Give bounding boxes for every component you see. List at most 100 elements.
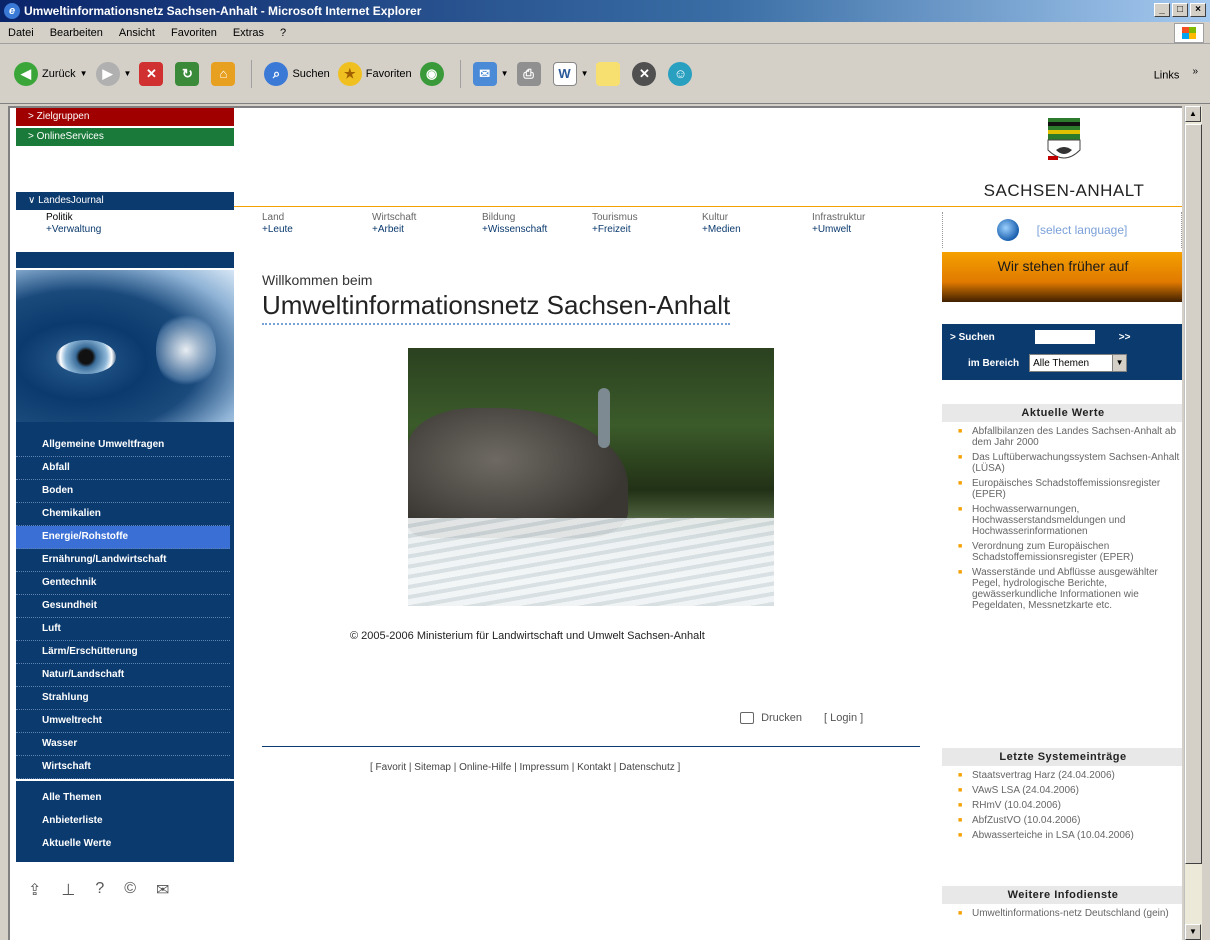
links-toolbar[interactable]: Links » [1154,66,1198,82]
state-logo[interactable]: SACHSEN-ANHALT [944,108,1182,208]
cat-top: Infrastruktur [812,212,866,223]
chevron-down-icon[interactable]: ▼ [80,69,88,78]
nav-strahlung[interactable]: Strahlung [16,687,230,710]
cat-tourismus[interactable]: Tourismus +Freizeit [592,212,702,236]
chevron-down-icon[interactable]: ▼ [501,69,509,78]
search-input[interactable] [1034,330,1095,344]
favorites-button[interactable]: ★ Favoriten [337,61,412,86]
nav-luft[interactable]: Luft [16,618,230,641]
mail-icon: ✉ [472,61,497,86]
cat-bildung[interactable]: Bildung +Wissenschaft [482,212,592,236]
help-icon[interactable]: ? [95,880,104,900]
list-item[interactable]: Abwasserteiche in LSA (10.04.2006) [952,830,1180,841]
chevron-down-icon[interactable]: ▼ [581,69,589,78]
area-select[interactable]: Alle Themen ▼ [1029,354,1128,372]
coat-of-arms-icon [1047,118,1081,160]
print-link[interactable]: Drucken [740,712,803,725]
promo-banner[interactable]: Wir stehen früher auf [942,252,1182,302]
nav-gentechnik[interactable]: Gentechnik [16,572,230,595]
login-link[interactable]: [ Login ] [824,712,863,724]
nav-ernaehrung-landwirtschaft[interactable]: Ernährung/Landwirtschaft [16,549,230,572]
cat-sub: +Arbeit [372,224,404,235]
scroll-thumb[interactable] [1185,124,1202,864]
close-button[interactable]: × [1190,3,1206,17]
list-item[interactable]: VAwS LSA (24.04.2006) [952,785,1180,796]
scroll-down-button[interactable]: ▼ [1185,924,1201,940]
nav-alle-themen[interactable]: Alle Themen [16,787,234,810]
share-icon[interactable]: ⇪ [28,880,41,900]
politik-link[interactable]: Politik [46,212,234,224]
landesjournal-link[interactable]: ∨ LandesJournal [16,192,234,210]
nav-aktuelle-werte[interactable]: Aktuelle Werte [16,833,234,856]
menu-favoriten[interactable]: Favoriten [163,27,225,39]
menu-ansicht[interactable]: Ansicht [111,27,163,39]
cat-kultur[interactable]: Kultur +Medien [702,212,812,236]
menu-bearbeiten[interactable]: Bearbeiten [42,27,111,39]
messenger-button[interactable]: ☺ [668,61,696,86]
list-item[interactable]: Europäisches Schadstoffemissionsregister… [952,478,1180,500]
list-item[interactable]: Verordnung zum Europäischen Schadstoffem… [952,541,1180,563]
nav-wasser[interactable]: Wasser [16,733,230,756]
divider-bar [16,252,234,268]
menu-help[interactable]: ? [272,27,294,39]
nav-energie-rohstoffe[interactable]: Energie/Rohstoffe [16,526,230,549]
nav-wirtschaft[interactable]: Wirtschaft [16,756,230,779]
list-item[interactable]: Abfallbilanzen des Landes Sachsen-Anhalt… [952,426,1180,448]
nav-boden[interactable]: Boden [16,480,230,503]
nav-umweltrecht[interactable]: Umweltrecht [16,710,230,733]
media-button[interactable]: ◉ [419,61,448,86]
print-label: Drucken [761,712,803,724]
nav-abfall[interactable]: Abfall [16,457,230,480]
copyright-icon[interactable]: © [124,880,136,900]
stop-button[interactable]: ✕ [139,61,167,86]
language-selector[interactable]: [select language] [942,212,1182,248]
footer-links[interactable]: [ Favorit | Sitemap | Online-Hilfe | Imp… [370,762,680,773]
search-button[interactable]: ⌕ Suchen [264,61,330,86]
list-item[interactable]: Umweltinformations-netz Deutschland (gei… [952,908,1180,919]
nav-gesundheit[interactable]: Gesundheit [16,595,230,618]
zielgruppen-link[interactable]: > Zielgruppen [16,108,234,126]
globe-icon [996,219,1019,241]
messenger-block-button[interactable]: ✕ [632,61,660,86]
cat-infrastruktur[interactable]: Infrastruktur +Umwelt [812,212,922,236]
list-item[interactable]: Staatsvertrag Harz (24.04.2006) [952,770,1180,781]
windows-logo-icon [1174,23,1204,43]
refresh-button[interactable]: ↻ [175,61,203,86]
nav-allgemeine-umweltfragen[interactable]: Allgemeine Umweltfragen [16,434,230,457]
edit-button[interactable]: W ▼ [552,61,589,86]
cat-land[interactable]: Land +Leute [262,212,372,236]
vertical-scrollbar[interactable]: ▲ ▼ [1184,106,1202,940]
cat-top: Land [262,212,285,223]
list-item[interactable]: Wasserstände und Abflüsse ausgewählter P… [952,567,1180,611]
list-item[interactable]: RHmV (10.04.2006) [952,800,1180,811]
nav-natur-landschaft[interactable]: Natur/Landschaft [16,664,230,687]
home-button[interactable]: ⌂ [211,61,239,86]
banner-text: Wir stehen früher auf [997,258,1129,274]
chevron-right-icon[interactable]: » [1192,66,1198,77]
list-item[interactable]: Hochwasserwarnungen, Hochwasserstandsmel… [952,504,1180,537]
list-item[interactable]: AbfZustVO (10.04.2006) [952,815,1180,826]
nav-chemikalien[interactable]: Chemikalien [16,503,230,526]
scroll-up-button[interactable]: ▲ [1185,106,1201,122]
back-button[interactable]: ◀ Zurück ▼ [14,61,88,86]
window-titlebar[interactable]: e Umweltinformationsnetz Sachsen-Anhalt … [0,0,1210,22]
mail-icon[interactable]: ✉ [156,880,169,900]
menu-datei[interactable]: Datei [0,27,42,39]
verwaltung-link[interactable]: +Verwaltung [46,224,234,236]
maximize-button[interactable]: □ [1172,3,1188,17]
search-go-button[interactable]: >> [1119,332,1131,343]
cat-wirtschaft[interactable]: Wirtschaft +Arbeit [372,212,482,236]
nav-laerm-erschuetterung[interactable]: Lärm/Erschütterung [16,641,230,664]
onlineservices-link[interactable]: > OnlineServices [16,128,234,146]
light-glow [156,310,216,390]
menu-extras[interactable]: Extras [225,27,272,39]
nav-anbieterliste[interactable]: Anbieterliste [16,810,234,833]
notes-button[interactable] [596,61,624,86]
print-button[interactable]: ⎙ [516,61,545,86]
forward-button[interactable]: ▶ ▼ [95,61,132,86]
sitemap-icon[interactable]: ⊥ [61,880,75,900]
minimize-button[interactable]: _ [1154,3,1170,17]
mail-button[interactable]: ✉ ▼ [472,61,509,86]
list-item[interactable]: Das Luftüberwachungssystem Sachsen-Anhal… [952,452,1180,474]
chevron-down-icon[interactable]: ▼ [124,69,132,78]
